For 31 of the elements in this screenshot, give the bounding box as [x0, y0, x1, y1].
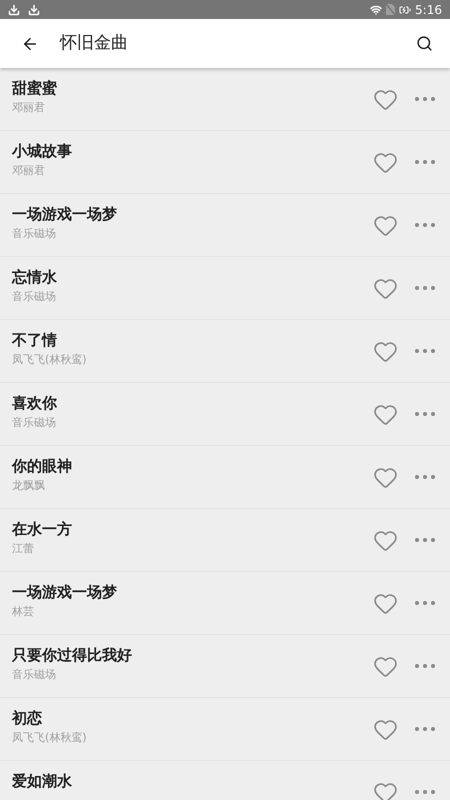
song-title[interactable]: 小城故事: [12, 140, 72, 162]
song-title[interactable]: 一场游戏一场梦: [12, 203, 117, 225]
song-artist: 音乐磁场: [12, 415, 56, 431]
toolbar-title: 怀旧金曲: [60, 32, 128, 55]
song-title[interactable]: 只要你过得比我好: [12, 644, 132, 666]
song-title[interactable]: 不了情: [12, 329, 57, 351]
song-title[interactable]: 喜欢你: [12, 392, 57, 414]
battery-icon: [399, 4, 412, 16]
song-artist: 龙飘飘: [12, 478, 45, 494]
download-icon: [8, 4, 20, 16]
song-artist: 音乐磁场: [12, 667, 56, 683]
download-icon: [28, 4, 40, 16]
song-title[interactable]: 爱如潮水: [12, 770, 72, 792]
song-artist: 音乐磁场: [12, 226, 56, 242]
song-artist: 邓丽君: [12, 163, 45, 179]
song-title[interactable]: 一场游戏一场梦: [12, 581, 117, 603]
song-artist: 凤飞飞(林秋鸾): [12, 352, 87, 368]
song-title[interactable]: 甜蜜蜜: [12, 77, 57, 99]
song-artist: 音乐磁场: [12, 289, 56, 305]
song-artist: 林芸: [12, 604, 34, 620]
song-artist: 江蕾: [12, 541, 34, 557]
song-title[interactable]: 在水一方: [12, 518, 72, 540]
song-artist: 邓丽君: [12, 100, 45, 116]
wifi-icon: [370, 4, 382, 16]
song-artist: 凤飞飞(林秋鸾): [12, 730, 87, 746]
no-sim-icon: [386, 4, 396, 15]
song-title[interactable]: 初恋: [12, 707, 42, 729]
status-time: 5:16: [415, 2, 442, 18]
song-title[interactable]: 忘情水: [12, 266, 57, 288]
song-title[interactable]: 你的眼神: [12, 455, 72, 477]
search-icon: [416, 35, 432, 52]
